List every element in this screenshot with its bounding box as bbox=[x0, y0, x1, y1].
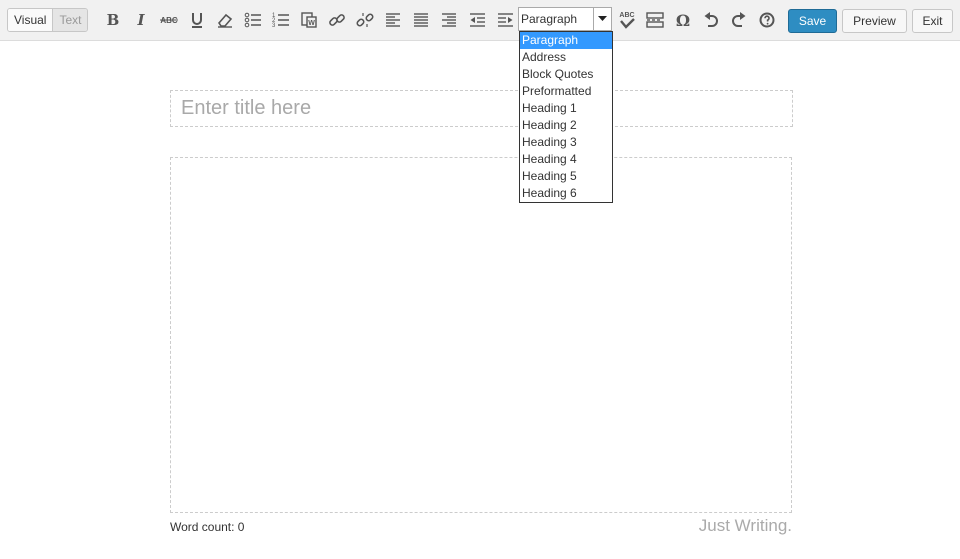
just-writing-tagline: Just Writing. bbox=[698, 516, 792, 535]
undo-icon[interactable] bbox=[700, 9, 722, 31]
bold-icon[interactable]: B bbox=[102, 9, 124, 31]
paste-word-icon[interactable]: W bbox=[298, 9, 320, 31]
content-editor[interactable] bbox=[170, 157, 792, 513]
format-option-block-quotes[interactable]: Block Quotes bbox=[520, 66, 612, 83]
format-option-heading-2[interactable]: Heading 2 bbox=[520, 117, 612, 134]
eraser-icon[interactable] bbox=[214, 9, 236, 31]
svg-text:3: 3 bbox=[272, 23, 276, 29]
align-justify-icon[interactable] bbox=[410, 9, 432, 31]
italic-icon[interactable]: I bbox=[130, 9, 152, 31]
editor-toolbar: Visual Text B I ABC 1 2 3 W Paragraph AB… bbox=[0, 0, 960, 41]
format-option-paragraph[interactable]: Paragraph bbox=[520, 32, 612, 49]
numbered-list-icon[interactable]: 1 2 3 bbox=[270, 9, 292, 31]
outdent-icon[interactable] bbox=[466, 9, 488, 31]
underline-icon[interactable] bbox=[186, 9, 208, 31]
unlink-icon[interactable] bbox=[354, 9, 376, 31]
format-option-heading-6[interactable]: Heading 6 bbox=[520, 185, 612, 202]
preview-button[interactable]: Preview bbox=[842, 9, 907, 33]
format-option-address[interactable]: Address bbox=[520, 49, 612, 66]
word-count: Word count: 0 bbox=[170, 520, 245, 534]
format-option-preformatted[interactable]: Preformatted bbox=[520, 83, 612, 100]
spellcheck-icon[interactable]: ABC bbox=[616, 9, 638, 31]
format-select[interactable]: Paragraph bbox=[518, 7, 612, 31]
text-tab[interactable]: Text bbox=[53, 9, 88, 31]
indent-icon[interactable] bbox=[494, 9, 516, 31]
title-input[interactable] bbox=[170, 90, 793, 127]
format-option-heading-4[interactable]: Heading 4 bbox=[520, 151, 612, 168]
svg-text:W: W bbox=[308, 20, 315, 27]
visual-tab[interactable]: Visual bbox=[8, 9, 54, 31]
help-icon[interactable] bbox=[756, 9, 778, 31]
redo-icon[interactable] bbox=[728, 9, 750, 31]
strikethrough-icon[interactable]: ABC bbox=[158, 9, 180, 31]
editor-mode-toggle: Visual Text bbox=[7, 8, 89, 32]
align-left-icon[interactable] bbox=[382, 9, 404, 31]
format-dropdown-list: Paragraph Address Block Quotes Preformat… bbox=[519, 31, 613, 203]
chevron-down-icon[interactable] bbox=[593, 8, 611, 30]
bullet-list-icon[interactable] bbox=[242, 9, 264, 31]
omega-icon[interactable]: Ω bbox=[672, 9, 694, 31]
exit-button[interactable]: Exit bbox=[912, 9, 953, 33]
format-option-heading-3[interactable]: Heading 3 bbox=[520, 134, 612, 151]
align-right-icon[interactable] bbox=[438, 9, 460, 31]
format-option-heading-1[interactable]: Heading 1 bbox=[520, 100, 612, 117]
spellcheck-text: ABC bbox=[619, 12, 634, 19]
format-option-heading-5[interactable]: Heading 5 bbox=[520, 168, 612, 185]
save-button[interactable]: Save bbox=[788, 9, 837, 33]
more-tag-icon[interactable] bbox=[644, 9, 666, 31]
link-icon[interactable] bbox=[326, 9, 348, 31]
format-select-value: Paragraph bbox=[521, 12, 578, 26]
